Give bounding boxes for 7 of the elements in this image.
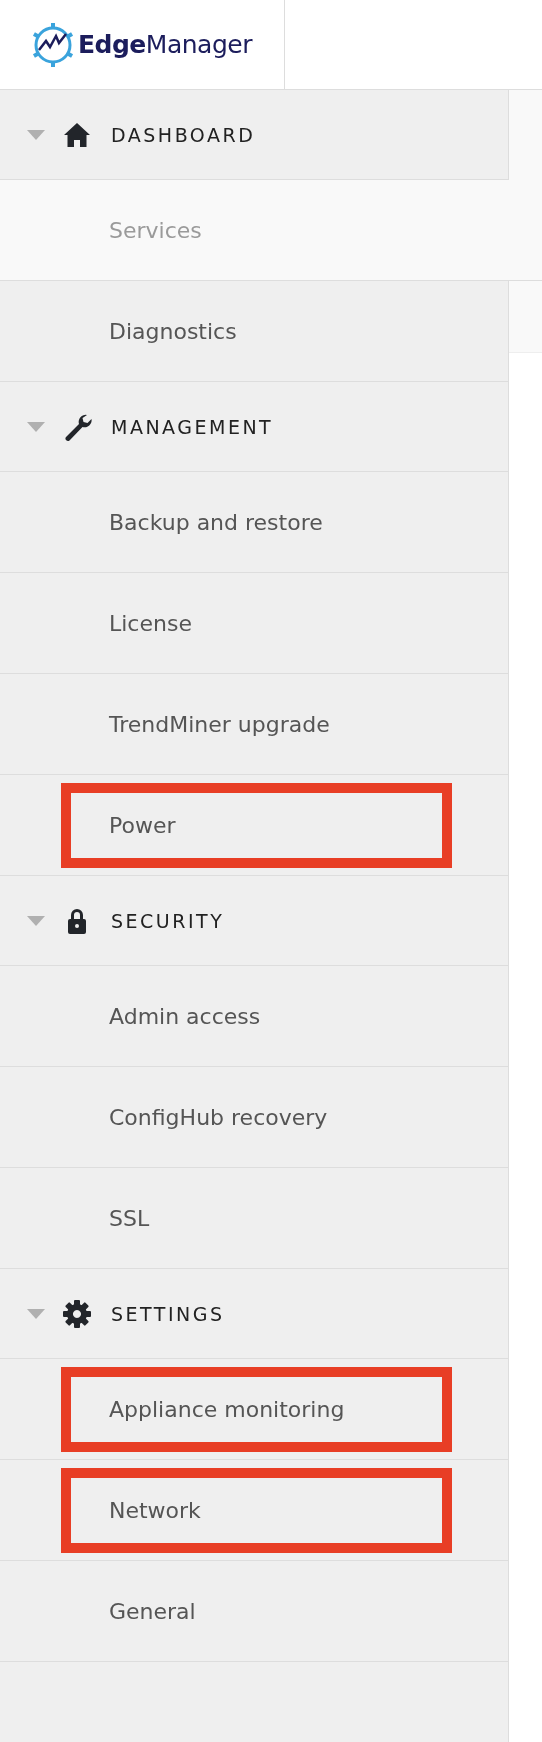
logo-text: EdgeManager [78, 30, 252, 59]
logo-icon [30, 21, 76, 68]
caret-icon[interactable] [27, 1308, 45, 1319]
caret-icon[interactable] [27, 421, 45, 432]
caret-icon[interactable] [27, 129, 45, 140]
caret-icon[interactable] [27, 915, 45, 926]
gear-icon [62, 1298, 92, 1329]
